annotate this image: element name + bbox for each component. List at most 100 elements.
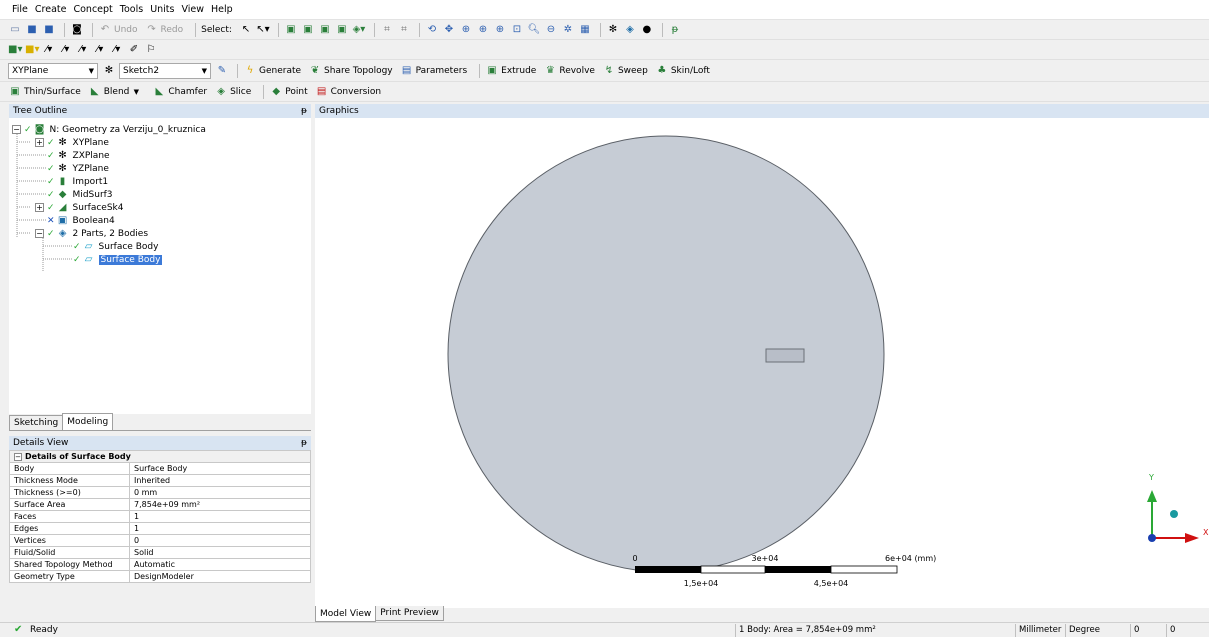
collapse-icon[interactable]: −: [35, 229, 44, 238]
blend-button[interactable]: ◣ Blend ▼: [88, 85, 146, 99]
details-row[interactable]: Faces 1: [9, 510, 311, 523]
zoom-out-icon[interactable]: ⊖: [544, 23, 558, 37]
tab-print-preview[interactable]: Print Preview: [375, 606, 444, 621]
tree-item-surfacesk4[interactable]: + ✓ ◢ SurfaceSk4: [35, 201, 123, 214]
tab-sketching[interactable]: Sketching: [9, 415, 64, 430]
select-mode-icon[interactable]: ↖: [239, 23, 253, 37]
flag-icon[interactable]: ⚐: [144, 43, 158, 57]
undo-button[interactable]: ↶ Undo: [98, 23, 138, 37]
details-row[interactable]: Geometry Type DesignModeler: [9, 570, 311, 583]
details-value[interactable]: 0 mm: [129, 486, 311, 499]
tree-item-midsurf3[interactable]: ✓ ◆ MidSurf3: [47, 188, 113, 201]
menu-concept[interactable]: Concept: [73, 4, 112, 15]
select-edges-icon[interactable]: ▣: [301, 23, 315, 37]
display-plane-icon[interactable]: ▦: [578, 23, 592, 37]
menu-units[interactable]: Units: [150, 4, 174, 15]
area-select-icon[interactable]: ⌗: [397, 23, 411, 37]
tree-item-surface-body-selected[interactable]: ✓ ▱ Surface Body: [73, 253, 163, 266]
zoom-box-icon[interactable]: ⊕: [493, 23, 507, 37]
details-value[interactable]: Solid: [129, 546, 311, 559]
expand-icon[interactable]: +: [35, 203, 44, 212]
point-button[interactable]: ◆ Point: [269, 85, 307, 99]
iso-view-icon[interactable]: ✲: [561, 23, 575, 37]
color-icon-2[interactable]: ■▾: [25, 43, 39, 57]
tree-item-yzplane[interactable]: ✓ ✻ YZPlane: [47, 162, 109, 175]
chamfer-button[interactable]: ◣ Chamfer: [152, 85, 208, 99]
pin-icon[interactable]: ᵽ: [301, 106, 307, 116]
box-select-icon[interactable]: ⌗: [380, 23, 394, 37]
menu-tools[interactable]: Tools: [120, 4, 143, 15]
tree-item-surface-body[interactable]: ✓ ▱ Surface Body: [73, 240, 158, 253]
surface-body-disk[interactable]: [447, 135, 885, 573]
slice-button[interactable]: ◈ Slice: [214, 85, 251, 99]
edge-style-icon-4[interactable]: ⁄▾: [93, 43, 107, 57]
extend-selection-icon[interactable]: ◈▾: [352, 23, 366, 37]
pin-icon[interactable]: ᵽ: [301, 438, 307, 448]
color-icon[interactable]: ■▾: [8, 43, 22, 57]
pin-icon[interactable]: ✐: [127, 43, 141, 57]
plane-icon[interactable]: ✻: [606, 23, 620, 37]
tree-item-import1[interactable]: ✓ ▮ Import1: [47, 175, 108, 188]
generate-button[interactable]: ϟ Generate: [243, 64, 301, 78]
surface-body-rectangle[interactable]: [765, 348, 805, 363]
named-selection-icon[interactable]: ᵽ: [668, 23, 682, 37]
display-model-icon[interactable]: ◈: [623, 23, 637, 37]
share-topology-button[interactable]: ❦ Share Topology: [308, 64, 393, 78]
select-bodies-icon[interactable]: ▣: [335, 23, 349, 37]
tree-item-zxplane[interactable]: ✓ ✻ ZXPlane: [47, 149, 110, 162]
edge-style-icon-5[interactable]: ⁄▾: [110, 43, 124, 57]
conversion-button[interactable]: ▤ Conversion: [315, 85, 381, 99]
collapse-icon[interactable]: −: [12, 125, 21, 134]
tab-model-view[interactable]: Model View: [315, 606, 377, 622]
details-row[interactable]: Surface Area 7,854e+09 mm²: [9, 498, 311, 511]
thin-surface-button[interactable]: ▣ Thin/Surface: [8, 85, 80, 99]
pan-icon[interactable]: ✥: [442, 23, 456, 37]
graphics-viewport[interactable]: 0 3e+04 6e+04 (mm) 1,5e+04 4,5e+04 Y X: [315, 118, 1209, 608]
save-icon[interactable]: ■: [25, 23, 39, 37]
details-row[interactable]: Fluid/Solid Solid: [9, 546, 311, 559]
screenshot-icon[interactable]: ◙: [70, 23, 84, 37]
rotate-icon[interactable]: ⟲: [425, 23, 439, 37]
details-value[interactable]: Surface Body: [129, 462, 311, 475]
tree-item-parts[interactable]: − ✓ ◈ 2 Parts, 2 Bodies: [35, 227, 148, 240]
edge-style-icon-2[interactable]: ⁄▾: [59, 43, 73, 57]
details-row[interactable]: Vertices 0: [9, 534, 311, 547]
plane-combo[interactable]: XYPlane ▼: [8, 62, 98, 79]
axis-triad[interactable]: Y X: [1147, 473, 1209, 543]
details-row[interactable]: Body Surface Body: [9, 462, 311, 475]
parameters-button[interactable]: ▤ Parameters: [400, 64, 467, 78]
collapse-icon[interactable]: −: [14, 453, 22, 461]
sweep-button[interactable]: ↯ Sweep: [602, 64, 648, 78]
expand-icon[interactable]: +: [35, 138, 44, 147]
menu-create[interactable]: Create: [35, 4, 67, 15]
tree-item-xyplane[interactable]: + ✓ ✻ XYPlane: [35, 136, 109, 149]
zoom-icon[interactable]: ⊕: [459, 23, 473, 37]
details-row[interactable]: Thickness Mode Inherited: [9, 474, 311, 487]
details-row[interactable]: Shared Topology Method Automatic: [9, 558, 311, 571]
new-icon[interactable]: ▭: [8, 23, 22, 37]
tab-modeling[interactable]: Modeling: [62, 413, 114, 430]
zoom-fit-icon[interactable]: ⊡: [510, 23, 524, 37]
redo-button[interactable]: ↷ Redo: [145, 23, 183, 37]
select-faces-icon[interactable]: ▣: [318, 23, 332, 37]
extrude-button[interactable]: ▣ Extrude: [485, 64, 536, 78]
export-icon[interactable]: ■: [42, 23, 56, 37]
details-value[interactable]: Inherited: [129, 474, 311, 487]
edge-style-icon[interactable]: ⁄▾: [42, 43, 56, 57]
details-row[interactable]: Thickness (>=0) 0 mm: [9, 486, 311, 499]
graphics-canvas[interactable]: 0 3e+04 6e+04 (mm) 1,5e+04 4,5e+04 Y X: [315, 118, 1209, 608]
menu-file[interactable]: File: [12, 4, 28, 15]
details-group-row[interactable]: − Details of Surface Body: [9, 450, 311, 463]
menu-help[interactable]: Help: [211, 4, 233, 15]
tree-root[interactable]: − ✓ ◙ N: Geometry za Verziju_0_kruznica: [12, 123, 206, 136]
revolve-button[interactable]: ♛ Revolve: [543, 64, 595, 78]
display-point-icon[interactable]: ●: [640, 23, 654, 37]
menu-view[interactable]: View: [181, 4, 204, 15]
magnify-icon[interactable]: 🔍︎: [527, 23, 541, 37]
edge-style-icon-3[interactable]: ⁄▾: [76, 43, 90, 57]
status-angle-units[interactable]: Degree: [1065, 624, 1130, 637]
details-value[interactable]: Automatic: [129, 558, 311, 571]
new-plane-icon[interactable]: ✻: [102, 64, 116, 78]
details-row[interactable]: Edges 1: [9, 522, 311, 535]
new-sketch-icon[interactable]: ✎: [215, 64, 229, 78]
